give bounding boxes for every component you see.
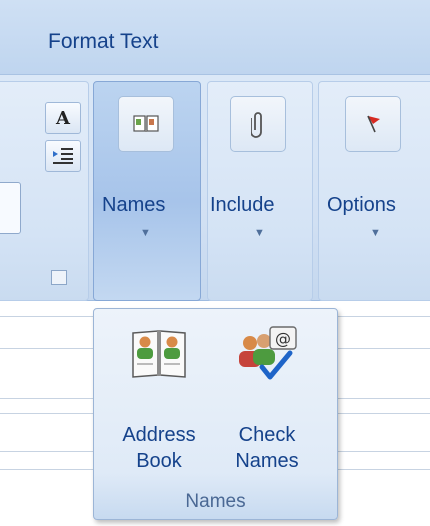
check-names-icon: @: [234, 323, 300, 388]
include-button[interactable]: Include ▼: [207, 81, 313, 301]
options-button[interactable]: Options ▼: [318, 81, 430, 301]
paperclip-icon: [230, 96, 286, 152]
names-group-label: Names: [185, 491, 246, 512]
names-button[interactable]: Names ▼: [93, 81, 201, 301]
names-label: Names: [102, 194, 166, 216]
address-book-button[interactable]: Address Book: [104, 323, 214, 483]
font-size-icon: A: [56, 107, 70, 129]
basic-text-group: A: [0, 81, 89, 301]
check-names-button[interactable]: @ Check Names: [212, 323, 322, 483]
ribbon: A Names ▼ Include ▼ Options ▼: [0, 75, 430, 301]
check-names-label-line2: Names: [235, 450, 299, 472]
names-dropdown-popup: Address Book @ Check Names Names: [93, 308, 338, 520]
indent-icon: [53, 148, 73, 164]
svg-text:@: @: [275, 329, 291, 348]
options-label: Options: [327, 194, 396, 216]
dialog-launcher-icon[interactable]: [51, 270, 67, 285]
tab-format-text[interactable]: Format Text: [48, 30, 158, 54]
check-names-label-line1: Check: [238, 424, 296, 446]
chevron-down-icon: ▼: [140, 227, 151, 239]
flag-icon: [345, 96, 401, 152]
grow-font-button[interactable]: A: [45, 102, 81, 134]
indent-button[interactable]: [45, 140, 81, 172]
address-book-label-line1: Address: [122, 424, 196, 446]
chevron-down-icon: ▼: [370, 227, 381, 239]
ribbon-tab-bar: Format Text: [0, 0, 430, 75]
book-icon: [118, 96, 174, 152]
chevron-down-icon: ▼: [254, 227, 265, 239]
font-box-partial[interactable]: [0, 182, 21, 234]
include-label: Include: [210, 194, 275, 216]
address-book-icon: [131, 327, 187, 384]
address-book-label-line2: Book: [136, 450, 182, 472]
